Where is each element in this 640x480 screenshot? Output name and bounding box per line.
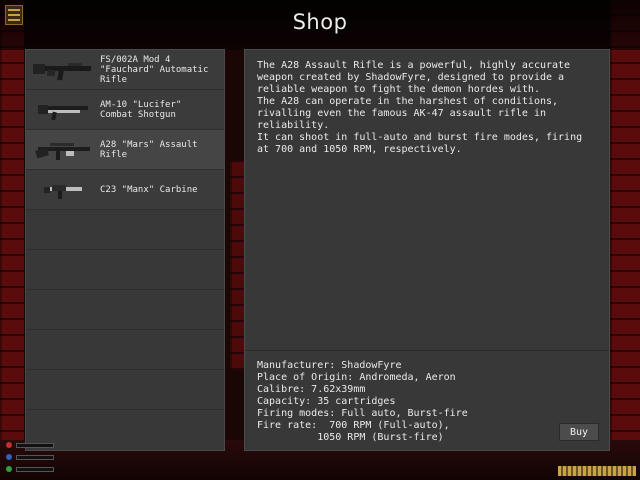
- health-icon: [6, 442, 12, 448]
- shotgun-icon: [38, 104, 88, 120]
- item-description: The A28 Assault Rifle is a powerful, hig…: [257, 60, 583, 155]
- buy-button[interactable]: Buy: [559, 423, 599, 441]
- page-title: Shop: [292, 10, 348, 34]
- rifle-icon: [33, 62, 91, 80]
- carbine-icon: [44, 184, 82, 199]
- shop-item-label: C23 "Manx" Carbine: [100, 184, 198, 195]
- assault-rifle-icon: [35, 142, 90, 160]
- empty-slot: [26, 210, 224, 250]
- armor-icon: [6, 454, 12, 460]
- stamina-bar: [16, 467, 54, 472]
- spec-fire-rate: Fire rate: 700 RPM (Full-auto), 1050 RPM…: [257, 420, 450, 443]
- shop-item-label: A28 "Mars" Assault Rifle: [100, 139, 198, 160]
- shop-item-label: AM-10 "Lucifer" Combat Shotgun: [100, 99, 182, 120]
- divider: [245, 350, 609, 351]
- left-wall: [0, 0, 24, 480]
- ammo-counter: [558, 466, 636, 476]
- shop-item-lucifer[interactable]: AM-10 "Lucifer" Combat Shotgun: [26, 90, 224, 130]
- shop-item-label: FS/002A Mod 4 "Fauchard" Automatic Rifle: [100, 54, 209, 85]
- health-bar: [16, 443, 54, 448]
- armor-bar: [16, 455, 54, 460]
- empty-slot: [26, 330, 224, 370]
- shop-item-mars[interactable]: A28 "Mars" Assault Rifle: [26, 130, 224, 170]
- shop-item-manx[interactable]: C23 "Manx" Carbine: [26, 170, 224, 210]
- spec-capacity: Capacity: 35 cartridges: [257, 396, 396, 407]
- spec-origin: Place of Origin: Andromeda, Aeron: [257, 372, 456, 383]
- right-wall: [610, 0, 640, 480]
- item-list: FS/002A Mod 4 "Fauchard" Automatic Rifle…: [25, 49, 225, 451]
- hud-status: [4, 428, 58, 476]
- spec-calibre: Calibre: 7.62x39mm: [257, 384, 366, 395]
- item-details: The A28 Assault Rifle is a powerful, hig…: [244, 49, 610, 451]
- shop-item-fauchard[interactable]: FS/002A Mod 4 "Fauchard" Automatic Rifle: [26, 50, 224, 90]
- spec-firing-modes: Firing modes: Full auto, Burst-fire: [257, 408, 468, 419]
- item-specs: Manufacturer: ShadowFyre Place of Origin…: [257, 360, 468, 444]
- empty-slot: [26, 290, 224, 330]
- empty-slot: [26, 250, 224, 290]
- spec-manufacturer: Manufacturer: ShadowFyre: [257, 360, 402, 371]
- empty-slot: [26, 370, 224, 410]
- stamina-icon: [6, 466, 12, 472]
